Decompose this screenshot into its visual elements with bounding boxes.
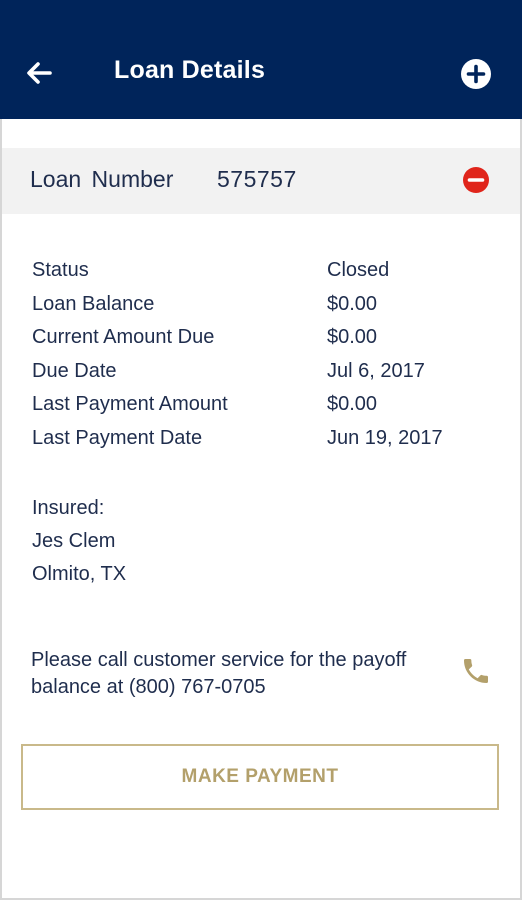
insured-label: Insured: <box>32 497 105 519</box>
add-circle-icon[interactable] <box>460 58 492 90</box>
detail-value: $0.00 <box>327 292 378 315</box>
detail-row-last-payment-date: Last Payment Date Jun 19, 2017 <box>32 424 492 458</box>
payoff-notice-text: Please call customer service for the pay… <box>31 649 407 698</box>
remove-circle-icon[interactable] <box>462 166 490 194</box>
detail-row-loan-balance: Loan Balance $0.00 <box>32 290 492 324</box>
loan-details-list: Status Closed Loan Balance $0.00 Current… <box>32 256 492 458</box>
detail-label: Current Amount Due <box>32 326 215 349</box>
detail-value: Closed <box>327 259 390 281</box>
detail-row-current-amount-due: Current Amount Due $0.00 <box>32 323 492 357</box>
back-arrow-icon[interactable] <box>24 58 54 88</box>
detail-value: $0.00 <box>327 326 378 349</box>
detail-row-status: Status Closed <box>32 256 492 290</box>
insured-name: Jes Clem <box>32 530 116 552</box>
detail-row-last-payment-amount: Last Payment Amount $0.00 <box>32 390 492 424</box>
detail-value: Jul 6, 2017 <box>327 359 425 382</box>
make-payment-button[interactable]: MAKE PAYMENT <box>21 744 499 810</box>
detail-label: Last Payment Date <box>32 426 203 449</box>
detail-label: Due Date <box>32 359 117 382</box>
page-title: Loan Details <box>114 56 266 84</box>
phone-icon[interactable] <box>460 655 492 687</box>
detail-label: Status <box>32 259 89 281</box>
app-header: Loan Details <box>0 0 522 119</box>
detail-row-due-date: Due Date Jul 6, 2017 <box>32 357 492 391</box>
detail-value: $0.00 <box>327 393 378 416</box>
insured-location: Olmito, TX <box>32 563 127 585</box>
loan-number-label: Loan Number <box>30 166 174 192</box>
detail-value: Jun 19, 2017 <box>327 426 443 449</box>
detail-label: Last Payment Amount <box>32 393 228 416</box>
detail-label: Loan Balance <box>32 292 155 315</box>
loan-number-value: 575757 <box>217 166 297 192</box>
insured-block: Insured: Jes Clem Olmito, TX <box>32 492 126 591</box>
